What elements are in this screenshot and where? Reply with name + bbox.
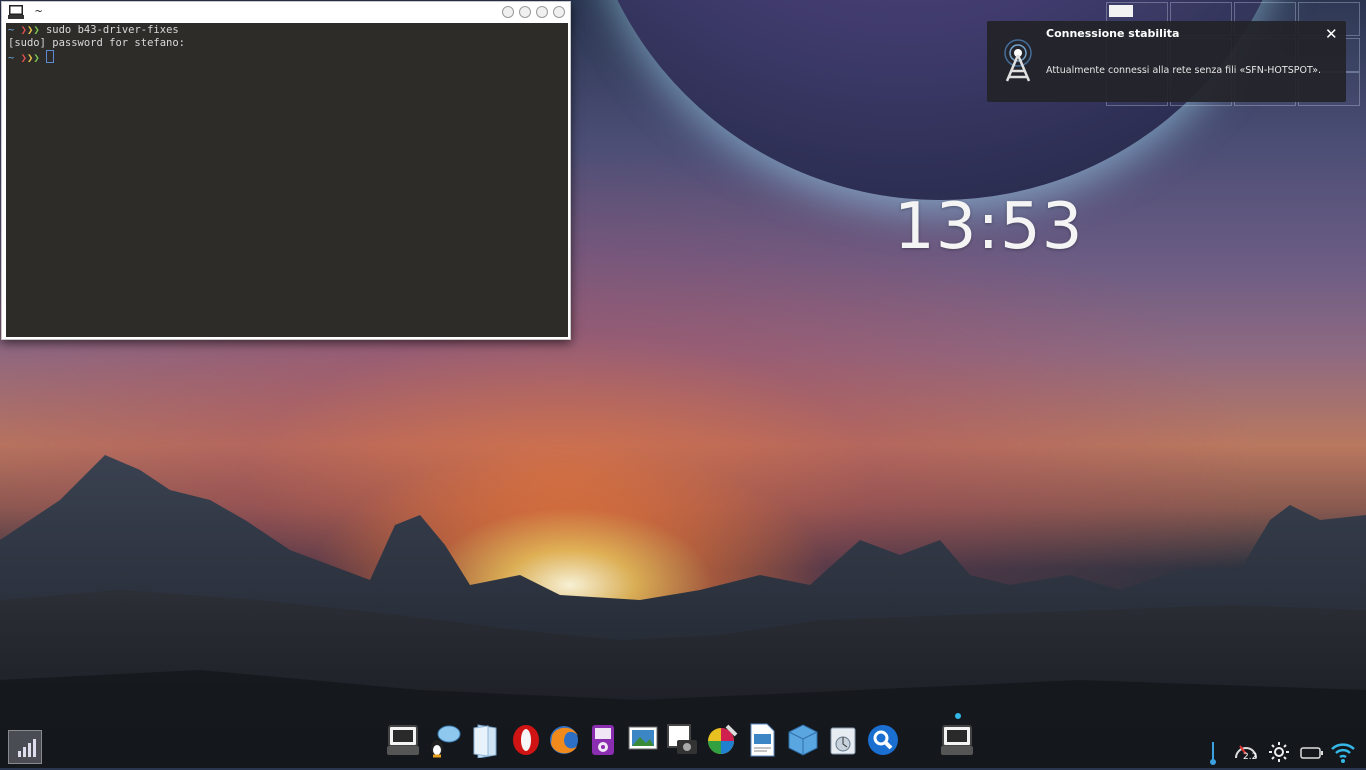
- dock: [380, 718, 980, 764]
- dock-terminal-running[interactable]: [940, 722, 974, 758]
- dock-firefox-launcher[interactable]: [547, 722, 581, 758]
- image-viewer-icon: [628, 726, 658, 750]
- brightness-icon: [1269, 742, 1289, 762]
- cpu-load-value: 2.2: [1243, 752, 1258, 762]
- dock-opera-launcher[interactable]: [509, 722, 543, 758]
- running-indicator: [955, 713, 961, 719]
- temperature-indicator[interactable]: [1208, 740, 1218, 770]
- virtualbox-icon: [788, 724, 818, 756]
- dock-terminal-launcher[interactable]: [386, 722, 420, 758]
- dock-color-picker-launcher[interactable]: [705, 722, 739, 758]
- firefox-icon: [550, 726, 578, 754]
- terminal-title: ~: [35, 4, 43, 18]
- music-player-icon: [592, 725, 614, 755]
- terminal-icon: [941, 725, 973, 755]
- screenshot-icon: [667, 724, 697, 754]
- color-picker-icon: [708, 724, 738, 754]
- terminal-cursor: [45, 50, 54, 63]
- desktop-clock: 13:53: [894, 190, 1084, 264]
- window-close-button[interactable]: [553, 6, 565, 18]
- battery-indicator[interactable]: [1300, 745, 1324, 764]
- dock-search-launcher[interactable]: [866, 722, 900, 758]
- terminal-line: ~ ❯❯❯: [8, 50, 566, 64]
- notification-close-button[interactable]: ✕: [1325, 25, 1338, 43]
- notification-body: Attualmente connessi alla rete senza fil…: [1046, 65, 1322, 76]
- thermometer-icon: [1210, 742, 1216, 765]
- window-minimize-button[interactable]: [519, 6, 531, 18]
- system-tray: 2.2: [1200, 738, 1366, 768]
- terminal-icon: [387, 725, 419, 755]
- terminal-window[interactable]: ~ ~ ❯❯❯ sudo b43-driver-fixes [sudo] pas…: [1, 1, 571, 340]
- wifi-icon: [1331, 743, 1355, 763]
- dock-files-launcher[interactable]: [468, 722, 502, 759]
- dock-pidgin-launcher[interactable]: [427, 722, 461, 758]
- window-shade-button[interactable]: [502, 6, 514, 18]
- pidgin-icon: [431, 725, 461, 758]
- search-icon: [868, 725, 898, 755]
- app-launcher-button[interactable]: [8, 730, 42, 764]
- brightness-control[interactable]: [1268, 741, 1290, 767]
- battery-icon: [1300, 747, 1323, 759]
- document-viewer-icon: [750, 723, 775, 757]
- dock-screenshot-launcher[interactable]: [665, 722, 699, 758]
- dock-image-viewer-launcher[interactable]: [626, 722, 660, 758]
- dock-virtualbox-launcher[interactable]: [786, 722, 820, 758]
- terminal-icon: [8, 5, 24, 19]
- window-maximize-button[interactable]: [536, 6, 548, 18]
- wifi-antenna-icon: [1004, 39, 1032, 82]
- dock-settings-launcher[interactable]: [826, 722, 860, 758]
- notification-title: Connessione stabilita: [1046, 27, 1180, 40]
- settings-icon: [830, 727, 856, 755]
- wifi-indicator[interactable]: [1330, 740, 1356, 768]
- files-icon: [473, 724, 497, 759]
- dock-document-viewer-launcher[interactable]: [745, 722, 779, 758]
- signal-bars-icon: [18, 739, 36, 757]
- terminal-line: ~ ❯❯❯ sudo b43-driver-fixes: [8, 24, 179, 36]
- opera-icon: [513, 725, 539, 755]
- workspace-window-thumbnail: [1109, 5, 1133, 17]
- terminal-titlebar[interactable]: ~: [2, 2, 570, 22]
- terminal-output[interactable]: ~ ❯❯❯ sudo b43-driver-fixes [sudo] passw…: [6, 23, 568, 337]
- cpu-monitor[interactable]: 2.2: [1232, 738, 1260, 768]
- terminal-line: [sudo] password for stefano:: [8, 37, 186, 49]
- dock-music-player-launcher[interactable]: [586, 722, 620, 758]
- network-notification: Connessione stabilita Attualmente connes…: [987, 21, 1346, 102]
